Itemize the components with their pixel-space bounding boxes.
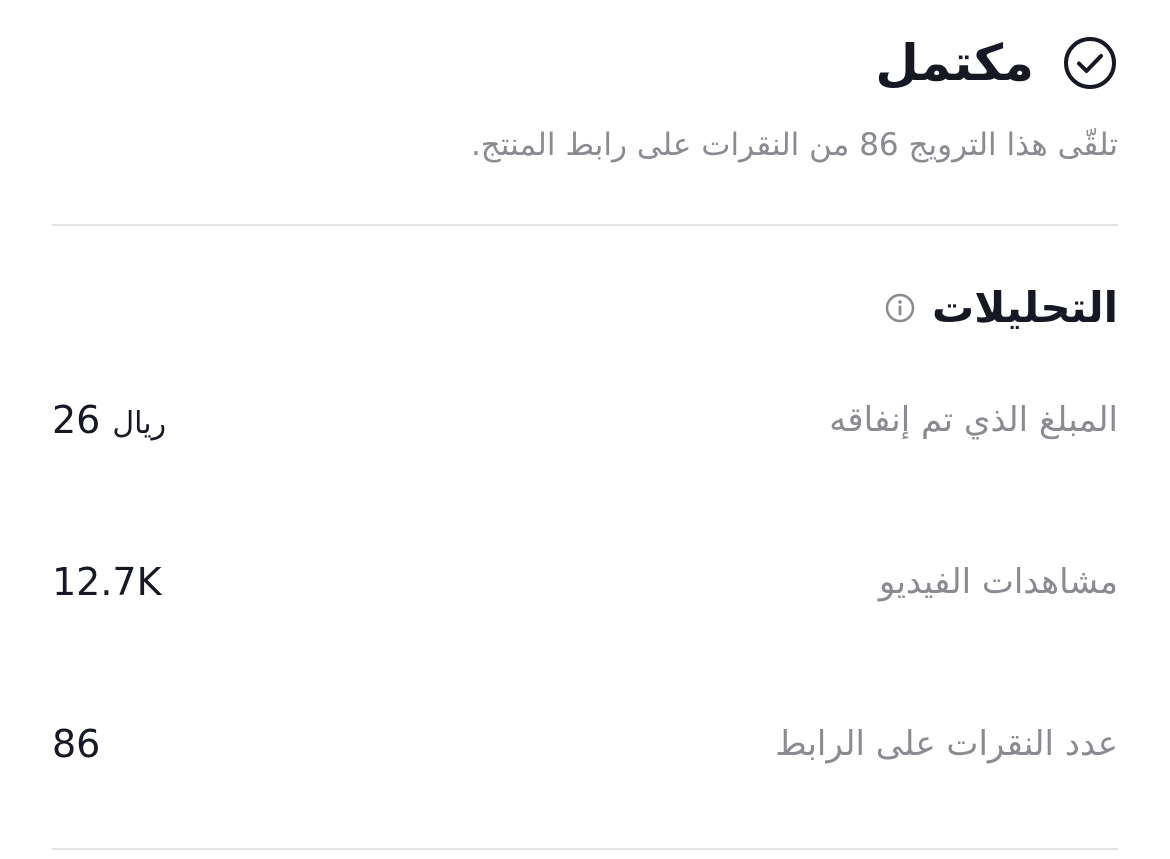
status-title: مكتمل	[875, 34, 1034, 92]
metric-value: 26	[52, 398, 101, 442]
analytics-header: التحليلات	[884, 278, 1118, 338]
metric-label: عدد النقرات على الرابط	[775, 724, 1118, 764]
check-circle-icon	[1062, 35, 1118, 91]
metric-row-video-views: 12.7K مشاهدات الفيديو	[52, 552, 1118, 612]
status-description: تلقّى هذا الترويج 86 من النقرات على رابط…	[470, 127, 1118, 163]
metric-label: المبلغ الذي تم إنفاقه	[829, 400, 1118, 440]
status-header: مكتمل	[875, 28, 1118, 98]
section-divider	[52, 848, 1118, 850]
currency-unit: ريال	[112, 406, 167, 441]
section-divider	[52, 224, 1118, 226]
info-icon[interactable]	[884, 292, 916, 324]
metric-label: مشاهدات الفيديو	[878, 562, 1118, 602]
metric-value-wrap: 26 ريال	[52, 398, 166, 442]
metric-row-link-clicks: 86 عدد النقرات على الرابط	[52, 714, 1118, 774]
promotion-details-panel: مكتمل تلقّى هذا الترويج 86 من النقرات عل…	[0, 0, 1170, 859]
metric-value: 86	[52, 722, 101, 766]
analytics-title: التحليلات	[932, 283, 1118, 332]
metric-value: 12.7K	[52, 560, 162, 604]
metric-row-amount-spent: 26 ريال المبلغ الذي تم إنفاقه	[52, 390, 1118, 450]
